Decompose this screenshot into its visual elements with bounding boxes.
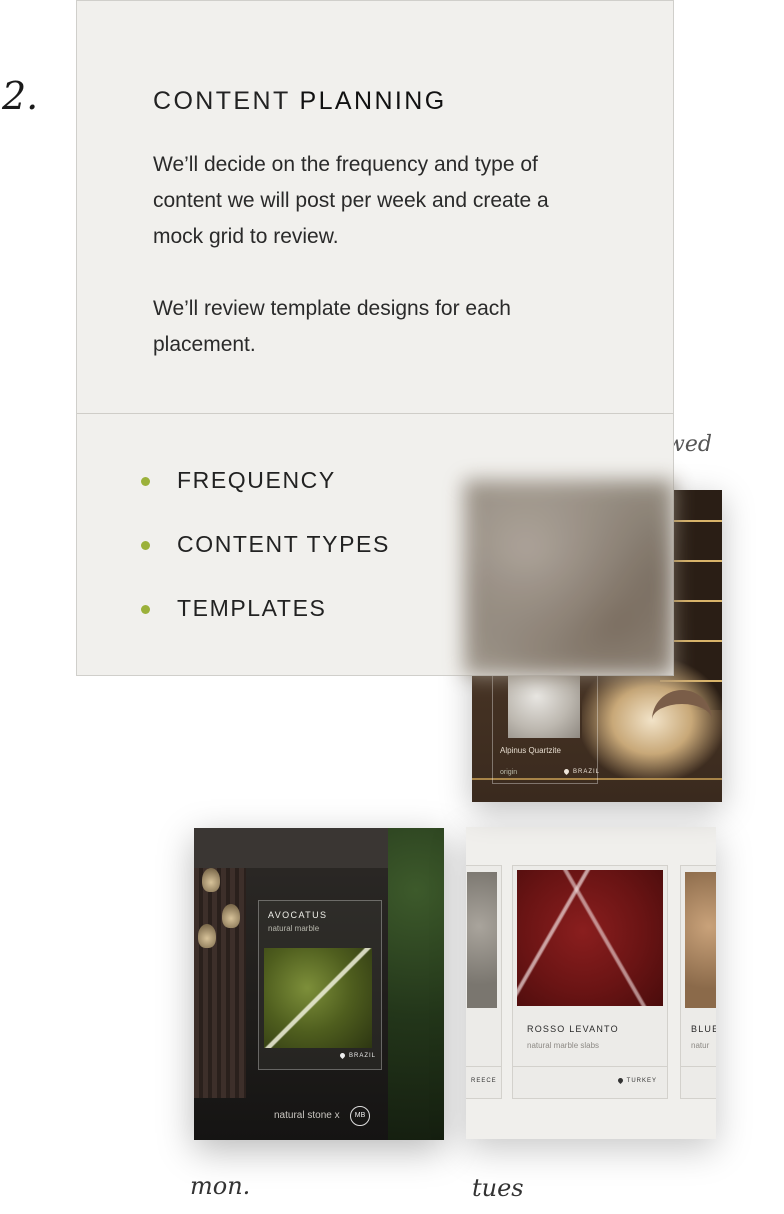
stone-swatch [264,948,372,1048]
tile-divider [681,1066,716,1067]
bullet-label: TEMPLATES [177,595,327,621]
pendant-lamp-icon [198,924,216,948]
section-heading: CONTENT PLANNING [153,87,447,115]
stone-name: Alpinus Quartzite [500,746,561,755]
slatted-wall [194,868,246,1098]
tile-divider [466,1066,501,1067]
origin-label: origin [500,769,518,776]
bullet-label: FREQUENCY [177,467,336,493]
plant-wall [388,828,444,1140]
description-paragraph: We’ll decide on the frequency and type o… [153,153,549,248]
stone-swatch [467,872,497,1008]
pendant-lamp-icon [202,868,220,892]
bullet-label: CONTENT TYPES [177,531,390,557]
stone-subtitle: natur [691,1041,710,1050]
bullet-dot-icon [141,605,150,614]
divider [77,413,673,414]
day-label-tues: tues [472,1174,524,1202]
country-label: REECE [471,1078,497,1084]
country-label: TURKEY [616,1076,657,1085]
brand-badge: MB [350,1106,370,1126]
stone-title: AVOCATUS [268,910,328,920]
stone-title: ROSSO LEVANTO [527,1024,619,1034]
carousel-tile-left: REECE [466,865,502,1099]
pendant-lamp-icon [222,904,240,928]
stone-swatch [685,872,716,1008]
description-paragraph: We’ll review template designs for each p… [153,297,511,356]
stone-subtitle: natural marble slabs [527,1041,600,1050]
pin-icon [616,1076,624,1085]
stone-swatch [517,870,663,1006]
stone-title: BLUE [691,1024,716,1034]
bullet-dot-icon [141,541,150,550]
stone-swatch [508,668,580,738]
carousel-tile-main: ROSSO LEVANTO natural marble slabs TURKE… [512,865,668,1099]
step-number: 2. [2,74,39,118]
pin-icon [338,1051,347,1060]
blurred-preview [464,480,674,676]
stone-subtitle: natural marble [268,924,320,933]
mon-post-card[interactable]: AVOCATUS natural marble BRAZIL natural s… [194,828,444,1140]
country-label: BRAZIL [562,767,600,776]
bullet-dot-icon [141,477,150,486]
tues-post-card[interactable]: REECE ROSSO LEVANTO natural marble slabs… [466,827,716,1139]
day-label-mon: mon. [190,1172,251,1200]
tile-divider [513,1066,667,1067]
bar-stool [652,690,712,802]
pin-icon [562,767,571,776]
brand-footer: natural stone x [274,1110,340,1121]
carousel-tile-right: BLUE natur [680,865,716,1099]
country-label: BRAZIL [338,1051,376,1060]
